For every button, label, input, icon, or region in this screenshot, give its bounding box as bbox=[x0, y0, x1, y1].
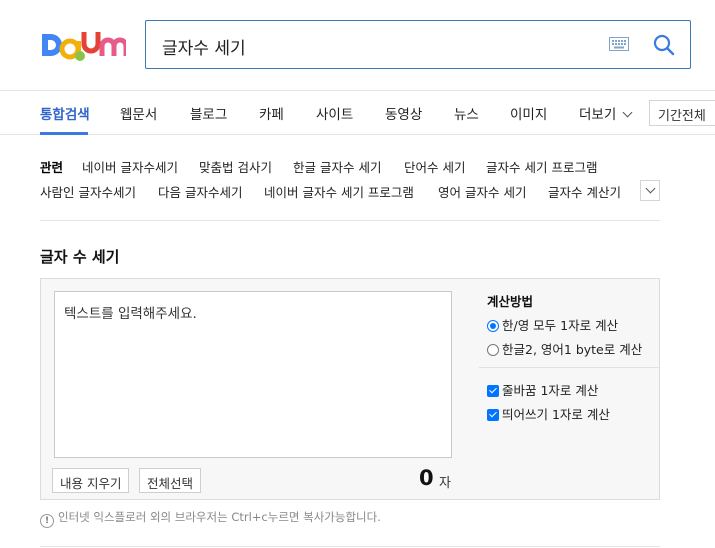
related-link[interactable]: 글자수 계산기 bbox=[548, 182, 621, 201]
clear-button[interactable]: 내용 지우기 bbox=[52, 468, 130, 493]
related-link[interactable]: 글자수 세기 프로그램 bbox=[486, 157, 597, 176]
related-link[interactable]: 영어 글자수 세기 bbox=[438, 182, 526, 201]
method-option-char[interactable]: 한/영 모두 1자로 계산 bbox=[487, 315, 618, 334]
tab-more[interactable]: 더보기 bbox=[579, 103, 633, 123]
active-tab-indicator bbox=[40, 132, 88, 135]
option-label: 줄바꿈 1자로 계산 bbox=[502, 383, 599, 398]
keyboard-icon[interactable] bbox=[609, 37, 629, 51]
tab-web[interactable]: 웹문서 bbox=[120, 103, 157, 123]
search-box[interactable]: 글자수 세기 bbox=[145, 20, 691, 69]
search-icon[interactable] bbox=[653, 34, 675, 56]
char-count-unit: 자 bbox=[439, 476, 451, 491]
divider bbox=[40, 546, 660, 547]
radio-selected[interactable] bbox=[487, 320, 499, 332]
related-link[interactable]: 다음 글자수세기 bbox=[158, 182, 242, 201]
tab-video[interactable]: 동영상 bbox=[385, 103, 422, 123]
tab-news[interactable]: 뉴스 bbox=[454, 103, 479, 123]
radio-unselected[interactable] bbox=[487, 344, 499, 356]
daum-logo[interactable] bbox=[40, 28, 126, 62]
tool-title: 글자 수 세기 bbox=[40, 248, 120, 266]
option-label: 띄어쓰기 1자로 계산 bbox=[502, 407, 610, 422]
notice-label: 인터넷 익스플로러 외의 브라우저는 Ctrl+c누르면 복사가능합니다. bbox=[58, 510, 381, 524]
method-title: 계산방법 bbox=[487, 294, 534, 309]
tab-cafe[interactable]: 카페 bbox=[259, 103, 284, 123]
method-label: 한글2, 영어1 byte로 계산 bbox=[502, 342, 643, 357]
tab-site[interactable]: 사이트 bbox=[316, 103, 353, 123]
method-label: 한/영 모두 1자로 계산 bbox=[502, 318, 619, 333]
notice-text: ! 인터넷 익스플로러 외의 브라우저는 Ctrl+c누르면 복사가능합니다. bbox=[40, 509, 381, 528]
related-link[interactable]: 한글 글자수 세기 bbox=[293, 157, 381, 176]
option-linebreak[interactable]: 줄바꿈 1자로 계산 bbox=[487, 380, 598, 399]
info-icon: ! bbox=[40, 514, 54, 528]
char-count: 0 bbox=[419, 466, 434, 490]
method-option-byte[interactable]: 한글2, 영어1 byte로 계산 bbox=[487, 339, 642, 358]
related-link[interactable]: 단어수 세기 bbox=[404, 157, 465, 176]
related-link[interactable]: 사람인 글자수세기 bbox=[40, 182, 136, 201]
tab-blog[interactable]: 블로그 bbox=[190, 103, 227, 123]
text-input-area[interactable]: 텍스트를 입력해주세요. bbox=[54, 291, 452, 458]
tab-integrated[interactable]: 통합검색 bbox=[40, 103, 90, 123]
option-spaces[interactable]: 띄어쓰기 1자로 계산 bbox=[487, 404, 610, 423]
checkbox-checked[interactable] bbox=[487, 385, 499, 397]
header: 글자수 세기 bbox=[0, 0, 715, 90]
chevron-down-icon bbox=[645, 183, 656, 194]
related-link[interactable]: 맞춤법 검사기 bbox=[199, 157, 272, 176]
checkbox-checked[interactable] bbox=[487, 409, 499, 421]
select-all-button[interactable]: 전체선택 bbox=[139, 468, 202, 493]
char-counter-panel: 텍스트를 입력해주세요. 내용 지우기 전체선택 0 자 계산방법 한/영 모두… bbox=[40, 278, 660, 500]
chevron-down-icon bbox=[622, 107, 633, 118]
tab-more-label: 더보기 bbox=[579, 107, 617, 123]
related-link[interactable]: 네이버 글자수 세기 프로그램 bbox=[264, 182, 414, 201]
search-tabs: 통합검색 웹문서 블로그 카페 사이트 동영상 뉴스 이미지 더보기 기간전체 bbox=[0, 90, 715, 135]
related-expand-button[interactable] bbox=[640, 180, 660, 201]
related-title: 관련 bbox=[40, 160, 64, 175]
related-link[interactable]: 네이버 글자수세기 bbox=[82, 157, 178, 176]
related-searches: 관련 네이버 글자수세기 맞춤법 검사기 한글 글자수 세기 단어수 세기 글자… bbox=[40, 157, 660, 221]
period-filter[interactable]: 기간전체 bbox=[649, 100, 715, 126]
tab-images[interactable]: 이미지 bbox=[510, 103, 547, 123]
divider bbox=[479, 367, 659, 368]
search-input[interactable]: 글자수 세기 bbox=[162, 34, 246, 59]
